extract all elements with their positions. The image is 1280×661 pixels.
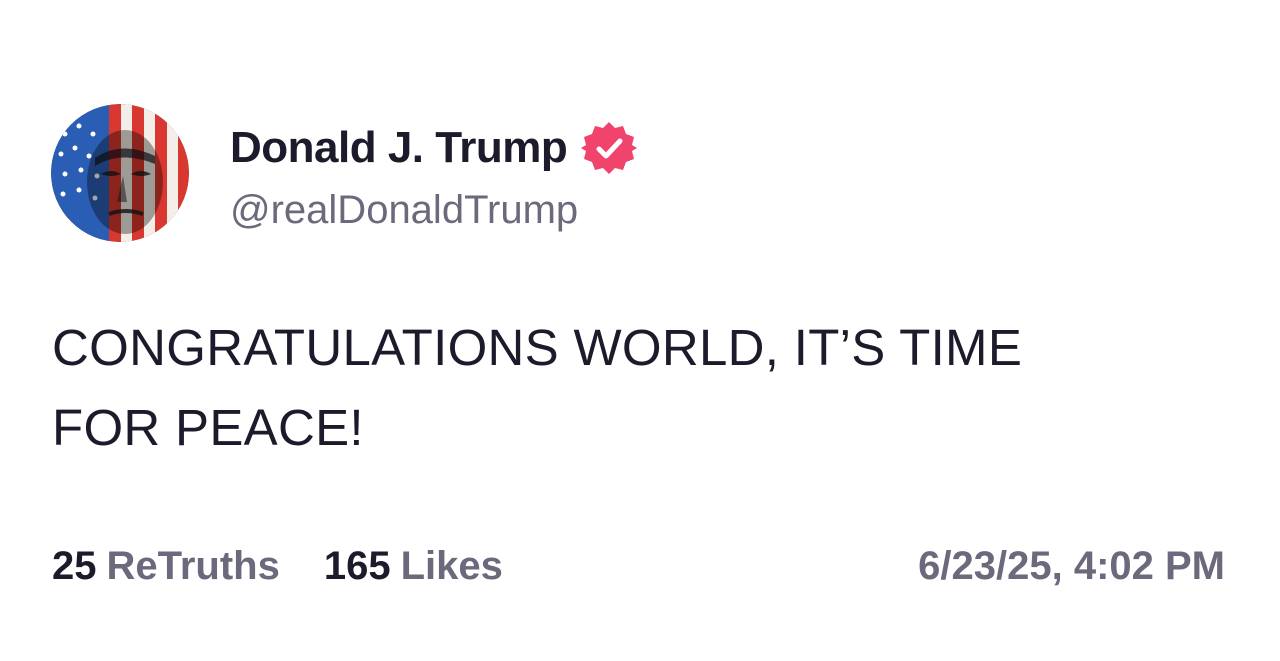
handle[interactable]: @realDonaldTrump (230, 188, 578, 233)
post-card: Donald J. Trump @realDonaldTrump CONGRAT… (0, 0, 1280, 661)
retruths-label: ReTruths (106, 543, 280, 588)
author-row: Donald J. Trump (230, 118, 638, 178)
post-content: CONGRATULATIONS WORLD, IT’S TIME FOR PEA… (52, 308, 1232, 468)
likes-stat[interactable]: 165 Likes (324, 544, 503, 589)
post-text-line-2: FOR PEACE! (52, 399, 364, 456)
post-timestamp[interactable]: 6/23/25, 4:02 PM (918, 540, 1225, 592)
verified-badge-icon (581, 120, 638, 176)
retruths-stat[interactable]: 25 ReTruths (52, 544, 280, 589)
retruths-count: 25 (52, 543, 97, 588)
post-stats: 25 ReTruths 165 Likes (52, 540, 503, 592)
post-text-line-1: CONGRATULATIONS WORLD, IT’S TIME (52, 319, 1023, 376)
likes-count: 165 (323, 543, 391, 588)
display-name[interactable]: Donald J. Trump (230, 123, 568, 173)
avatar[interactable] (51, 104, 189, 242)
likes-label: Likes (400, 543, 503, 588)
avatar-image (51, 104, 189, 242)
